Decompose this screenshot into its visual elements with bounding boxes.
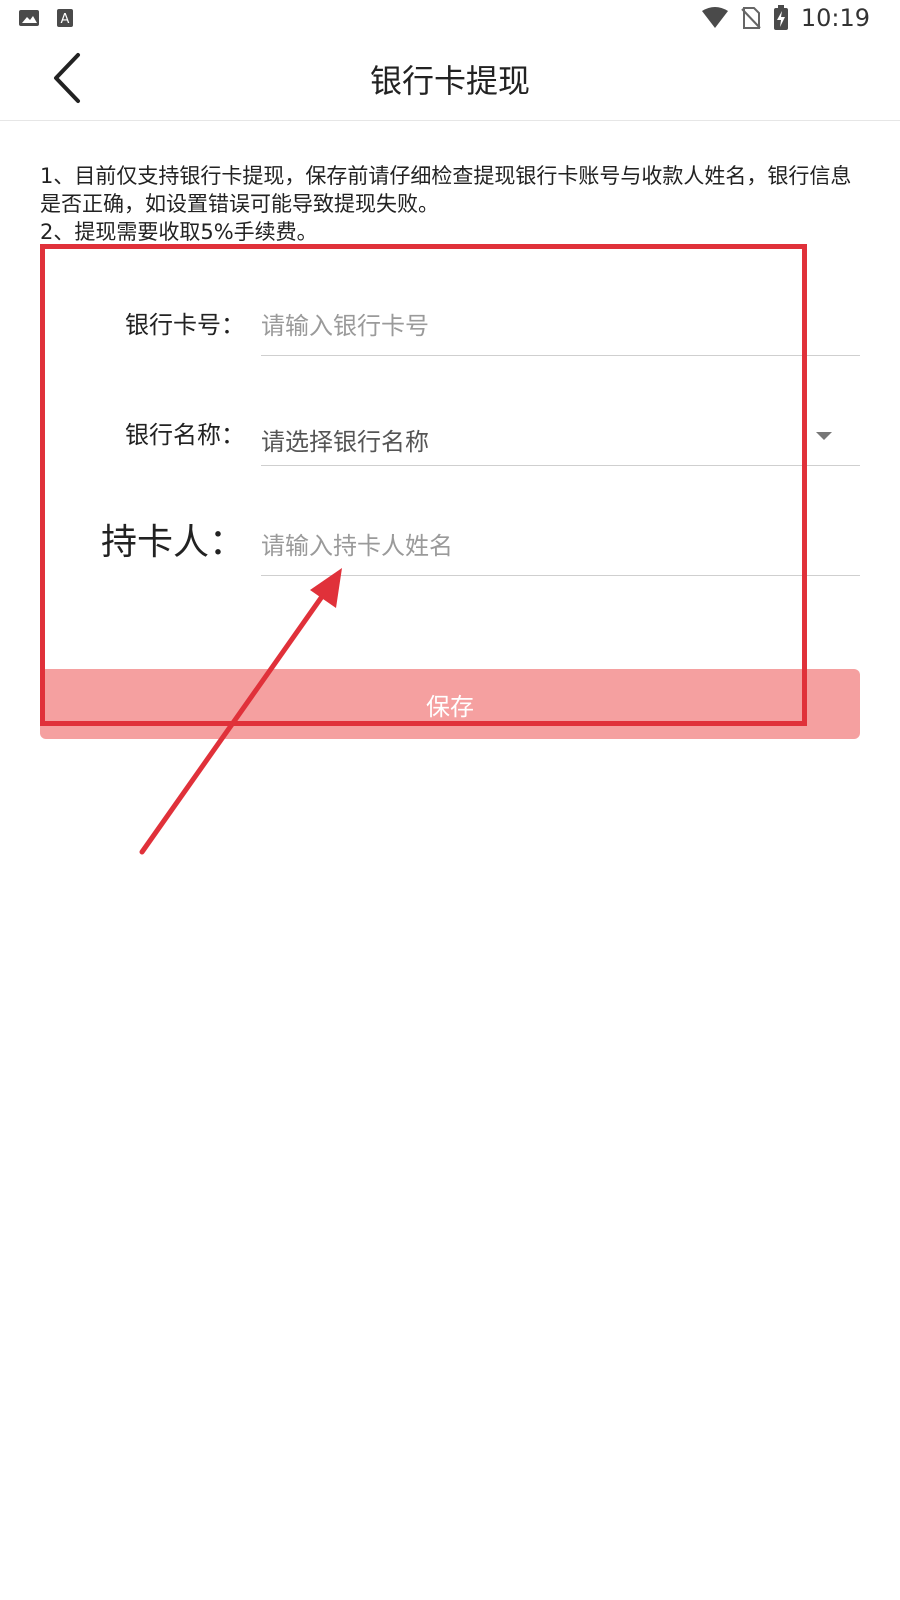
card-holder-label: 持卡人： [100,522,245,563]
page-title: 银行卡提现 [369,62,530,100]
image-icon [19,10,39,26]
bank-name-label: 银行名称： [125,421,245,449]
card-holder-field-wrapper [261,520,860,576]
note-line: 2、提现需要收取5%手续费。 [40,220,318,244]
wifi-icon [701,7,728,28]
no-sim-icon [741,7,761,29]
card-number-input[interactable] [261,306,860,346]
bank-name-selected: 请选择银行名称 [261,428,429,456]
withdrawal-notes: 1、目前仅支持银行卡提现，保存前请仔细检查提现银行卡账号与收款人姓名，银行信息是… [40,162,860,246]
bank-name-row: 银行名称： 请选择银行名称 [40,370,860,480]
note-line: 1、目前仅支持银行卡提现，保存前请仔细检查提现银行卡账号与收款人姓名，银行信息是… [40,164,852,216]
save-button[interactable]: 保存 [40,669,860,739]
status-bar: A 10:19 [0,0,900,36]
card-number-field-wrapper [261,300,860,356]
status-time: 10:19 [800,4,870,32]
card-holder-row: 持卡人： [40,480,860,590]
battery-charging-icon [773,5,788,30]
svg-text:A: A [61,12,70,27]
chevron-down-icon [816,432,832,440]
status-left-icons: A [18,8,74,28]
bank-name-select[interactable]: 请选择银行名称 [261,410,860,466]
text-a-icon: A [57,9,73,27]
card-holder-input[interactable] [261,526,860,566]
card-number-row: 银行卡号： [40,260,860,370]
card-number-label: 银行卡号： [125,311,245,339]
app-bar: 银行卡提现 [0,36,900,121]
status-right: 10:19 [701,4,870,32]
